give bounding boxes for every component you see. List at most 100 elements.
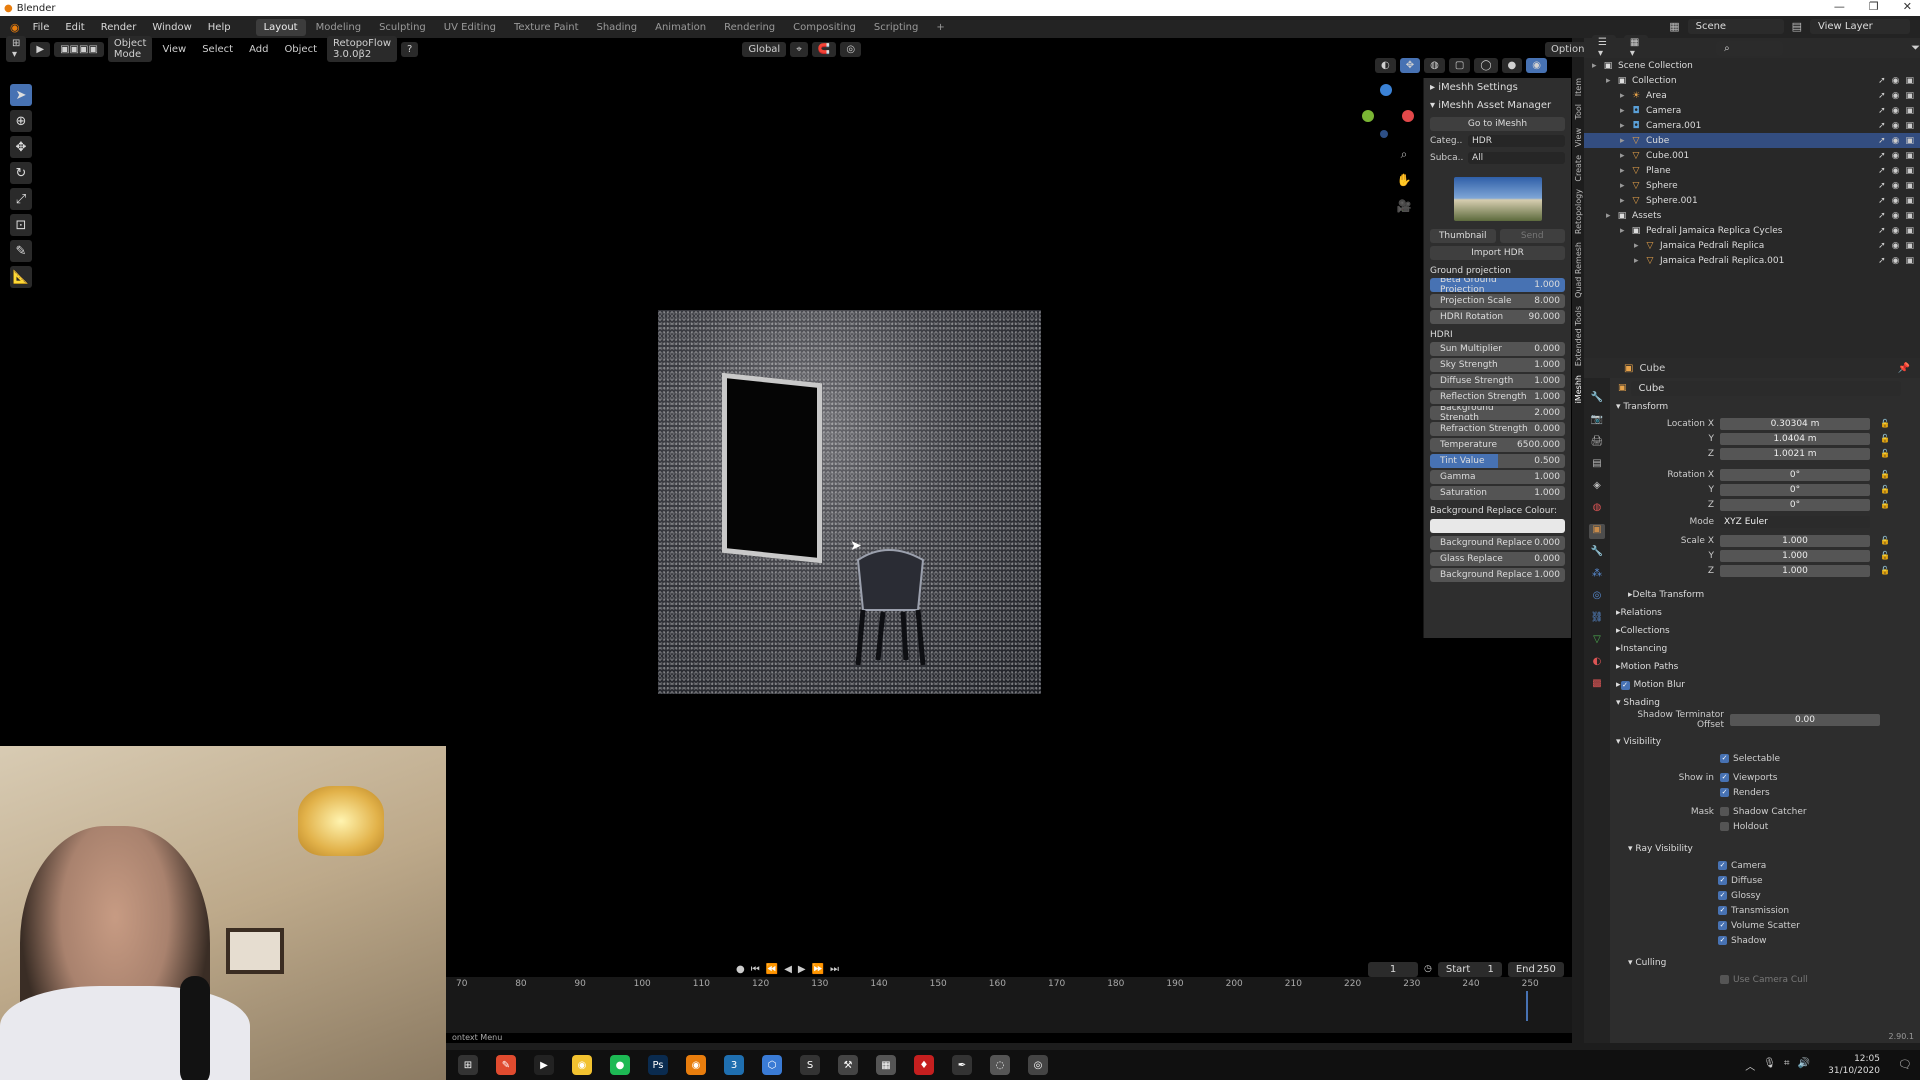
motion-blur-checkbox[interactable]: ✓	[1620, 680, 1630, 690]
filter-icon[interactable]: ⏷	[1911, 41, 1920, 55]
outliner-row[interactable]: ▸ ▽ Sphere.001 ➚ ◉ ▣	[1584, 193, 1920, 208]
outliner-row[interactable]: ▸ ▣ Pedrali Jamaica Replica Cycles ➚ ◉ ▣	[1584, 223, 1920, 238]
hdri-slider[interactable]: Saturation 1.000	[1430, 486, 1565, 500]
current-frame-field[interactable]: 1	[1368, 961, 1418, 977]
location-field[interactable]: 1.0404 m	[1720, 432, 1870, 445]
outliner-row[interactable]: ▸ ▽ Jamaica Pedrali Replica ➚ ◉ ▣	[1584, 238, 1920, 253]
move-tool-icon[interactable]: ✥	[10, 136, 32, 158]
end-frame-field[interactable]: End 250	[1507, 961, 1564, 977]
tab-shading[interactable]: Shading	[588, 19, 645, 36]
subcategory-dropdown[interactable]: All	[1468, 152, 1565, 164]
lock-icon[interactable]: 🔓	[1880, 419, 1890, 428]
camera-render-icon[interactable]: ▣	[1905, 226, 1914, 236]
selectable-checkbox[interactable]: ✓	[1720, 754, 1729, 763]
expand-arrow-icon[interactable]: ▸	[1620, 91, 1630, 101]
output-tab-icon[interactable]: 🖨	[1589, 436, 1605, 451]
select-arrow-icon[interactable]: ➚	[1878, 226, 1886, 236]
close-button[interactable]: ✕	[1903, 0, 1912, 13]
location-field[interactable]: 1.0021 m	[1720, 447, 1870, 460]
blender-icon[interactable]: ◉	[686, 1055, 706, 1075]
eye-icon[interactable]: ◉	[1892, 91, 1900, 101]
notifications-icon[interactable]: 🗨	[1898, 1058, 1912, 1071]
vtab-view[interactable]: View	[1574, 128, 1583, 147]
ray-visibility-checkbox[interactable]: ✓	[1718, 906, 1727, 915]
scale-field[interactable]: 1.000	[1720, 534, 1870, 547]
outliner-row[interactable]: ▸ ▣ Scene Collection	[1584, 58, 1920, 73]
collapsed-section-header[interactable]: ▸ Instancing	[1610, 640, 1920, 658]
scene-tab-icon[interactable]: ◈	[1589, 480, 1605, 495]
select-arrow-icon[interactable]: ➚	[1878, 211, 1886, 221]
redshift-icon[interactable]: ♦	[914, 1055, 934, 1075]
gizmo-x-icon[interactable]	[1402, 110, 1414, 122]
annotate-tool-icon[interactable]: ✎	[10, 240, 32, 262]
add-menu[interactable]: Add	[243, 42, 274, 57]
navigation-gizmo[interactable]	[1358, 80, 1418, 150]
ray-visibility-checkbox[interactable]: ✓	[1718, 936, 1727, 945]
select-arrow-icon[interactable]: ➚	[1878, 91, 1886, 101]
expand-arrow-icon[interactable]: ▸	[1620, 106, 1630, 116]
outliner-row[interactable]: ▸ ▽ Cube.001 ➚ ◉ ▣	[1584, 148, 1920, 163]
replace-slider[interactable]: Background Replace 1.000	[1430, 568, 1565, 582]
pivot-icon[interactable]: ⌖	[790, 41, 808, 57]
select-arrow-icon[interactable]: ➚	[1878, 121, 1886, 131]
lock-icon[interactable]: 🔓	[1880, 536, 1890, 545]
camera-render-icon[interactable]: ▣	[1905, 91, 1914, 101]
shading-solid-icon[interactable]: ●	[1501, 58, 1523, 73]
select-arrow-icon[interactable]: ➚	[1878, 166, 1886, 176]
tab-modeling[interactable]: Modeling	[308, 19, 370, 36]
chrome-icon[interactable]: ◉	[572, 1055, 592, 1075]
transform-orientation-dropdown[interactable]: Global	[742, 41, 787, 57]
terminal-icon[interactable]: ▶	[534, 1055, 554, 1075]
hdri-slider[interactable]: Reflection Strength 1.000	[1430, 390, 1565, 404]
outliner-row[interactable]: ▸ ▽ Plane ➚ ◉ ▣	[1584, 163, 1920, 178]
transform-section-header[interactable]: ▾ Transform	[1610, 398, 1920, 416]
outliner-row[interactable]: ▸ ▽ Cube ➚ ◉ ▣	[1584, 133, 1920, 148]
go-to-imeshh-button[interactable]: Go to iMeshh	[1430, 117, 1565, 131]
import-hdr-button[interactable]: Import HDR	[1430, 246, 1565, 260]
app-3-icon[interactable]: 3	[724, 1055, 744, 1075]
rotation-field[interactable]: 0°	[1720, 483, 1870, 496]
tab-compositing[interactable]: Compositing	[785, 19, 864, 36]
expand-arrow-icon[interactable]: ▸	[1620, 136, 1630, 146]
outliner-row[interactable]: ▸ ▽ Sphere ➚ ◉ ▣	[1584, 178, 1920, 193]
tool-icon[interactable]: ⚒	[838, 1055, 858, 1075]
tab-texture-paint[interactable]: Texture Paint	[506, 19, 587, 36]
select-arrow-icon[interactable]: ➚	[1878, 181, 1886, 191]
camera-view-icon[interactable]: 🎥	[1395, 197, 1413, 215]
camera-render-icon[interactable]: ▣	[1905, 211, 1914, 221]
snap-icon[interactable]: 🧲	[811, 41, 837, 57]
menu-edit[interactable]: Edit	[58, 20, 91, 35]
expand-arrow-icon[interactable]: ▸	[1620, 166, 1630, 176]
transform-tool-icon[interactable]: ⊡	[10, 214, 32, 236]
scale-field[interactable]: 1.000	[1720, 564, 1870, 577]
camera-render-icon[interactable]: ▣	[1905, 136, 1914, 146]
eye-icon[interactable]: ◉	[1892, 241, 1900, 251]
tab-rendering[interactable]: Rendering	[716, 19, 783, 36]
culling-section-header[interactable]: ▾ Culling	[1610, 954, 1920, 972]
restore-button[interactable]: ❐	[1869, 0, 1879, 13]
lock-icon[interactable]: 🔓	[1880, 434, 1890, 443]
box-icon[interactable]: ⬡	[762, 1055, 782, 1075]
eye-icon[interactable]: ◉	[1892, 121, 1900, 131]
ray-visibility-section-header[interactable]: ▾ Ray Visibility	[1610, 840, 1920, 858]
replace-slider[interactable]: Glass Replace 0.000	[1430, 552, 1565, 566]
tool-tab-icon[interactable]: 🔧	[1589, 392, 1605, 407]
outliner-row[interactable]: ▸ ◘ Camera.001 ➚ ◉ ▣	[1584, 118, 1920, 133]
expand-arrow-icon[interactable]: ▸	[1620, 121, 1630, 131]
outliner-row[interactable]: ▸ ▣ Collection ➚ ◉ ▣	[1584, 73, 1920, 88]
thumbnail-button[interactable]: Thumbnail	[1430, 229, 1496, 243]
tray-chevron-icon[interactable]: ︿	[1745, 1058, 1755, 1073]
photoshop-icon[interactable]: Ps	[648, 1055, 668, 1075]
object-menu[interactable]: Object	[278, 42, 323, 57]
hdri-slider[interactable]: Tint Value 0.500	[1430, 454, 1565, 468]
expand-arrow-icon[interactable]: ▸	[1634, 256, 1644, 266]
camera-render-icon[interactable]: ▣	[1905, 181, 1914, 191]
vtab-tool[interactable]: Tool	[1574, 104, 1583, 120]
camera-render-icon[interactable]: ▣	[1905, 166, 1914, 176]
play-icon[interactable]: ▶	[798, 964, 806, 975]
vtab-create[interactable]: Create	[1574, 155, 1583, 182]
vtab-quad-remesh[interactable]: Quad Remesh	[1574, 242, 1583, 298]
constraints-tab-icon[interactable]: ⛓	[1589, 612, 1605, 627]
shadow-catcher-checkbox[interactable]	[1720, 807, 1729, 816]
imeshh-settings-header[interactable]: ▸ iMeshh Settings	[1424, 78, 1571, 96]
